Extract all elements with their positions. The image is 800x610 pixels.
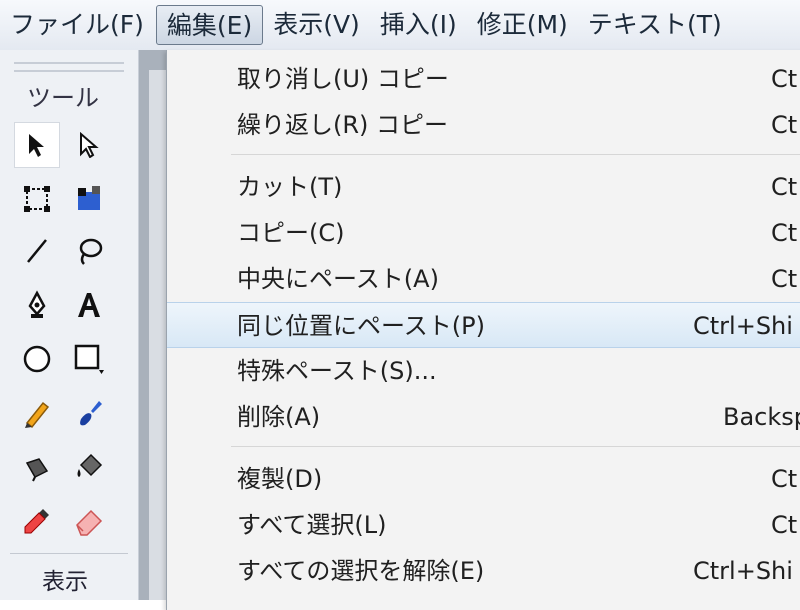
- menu-item-paste-special[interactable]: 特殊ペースト(S)...: [167, 348, 800, 394]
- panel-divider: [10, 553, 128, 554]
- menu-item-redo[interactable]: 繰り返し(R) コピー Ct: [167, 102, 800, 148]
- menu-separator: [231, 154, 800, 155]
- menu-item-label: 取り消し(U) コピー: [237, 65, 449, 93]
- brush-icon[interactable]: [66, 390, 112, 436]
- menu-item-undo[interactable]: 取り消し(U) コピー Ct: [167, 56, 800, 102]
- menu-item-copy[interactable]: コピー(C) Ct: [167, 210, 800, 256]
- pen-tool-icon[interactable]: [14, 282, 60, 328]
- pencil-icon[interactable]: [14, 390, 60, 436]
- rectangle-tool-icon[interactable]: [66, 336, 112, 382]
- menu-edit[interactable]: 編集(E): [155, 5, 264, 45]
- panel-grip[interactable]: [14, 62, 124, 72]
- document-edge: [149, 70, 166, 600]
- menu-item-shortcut: Ctrl+Shi: [693, 557, 793, 585]
- view-section-label: 表示: [42, 569, 88, 595]
- eraser-icon[interactable]: [66, 498, 112, 544]
- eyedropper-icon[interactable]: [14, 498, 60, 544]
- menu-item-shortcut: Backsp: [723, 403, 800, 431]
- menu-item-label: 繰り返し(R) コピー: [237, 111, 449, 139]
- menu-item-label: すべての選択を解除(E): [237, 557, 485, 585]
- oval-tool-icon[interactable]: [14, 336, 60, 382]
- menu-item-label: コピー(C): [237, 219, 345, 247]
- menu-view[interactable]: 表示(V): [263, 5, 370, 45]
- menu-item-label: カット(T): [237, 173, 343, 201]
- menu-item-shortcut: Ct: [771, 65, 798, 93]
- menu-item-shortcut: Ct: [771, 511, 798, 539]
- menu-item-cut[interactable]: カット(T) Ct: [167, 164, 800, 210]
- menu-item-label: 中央にペースト(A): [237, 265, 439, 293]
- menu-item-shortcut: Ct: [771, 265, 798, 293]
- menu-insert[interactable]: 挿入(I): [370, 5, 467, 45]
- menu-item-duplicate[interactable]: 複製(D) Ct: [167, 456, 800, 502]
- tools-panel: ツール 表示: [0, 50, 139, 600]
- menu-item-shortcut: Ct: [771, 465, 798, 493]
- menu-item-deselect-all[interactable]: すべての選択を解除(E) Ctrl+Shi: [167, 548, 800, 594]
- menu-item-shortcut: Ct: [771, 111, 798, 139]
- stage-area: [139, 50, 166, 600]
- menu-item-shortcut: Ct: [771, 173, 798, 201]
- subselection-arrow-icon[interactable]: [66, 122, 112, 168]
- menu-item-paste-in-place[interactable]: 同じ位置にペースト(P) Ctrl+Shi: [167, 302, 800, 348]
- menu-item-shortcut: Ctrl+Shi: [693, 312, 793, 340]
- menu-item-paste-center[interactable]: 中央にペースト(A) Ct: [167, 256, 800, 302]
- menu-item-label: 同じ位置にペースト(P): [237, 312, 485, 340]
- line-tool-icon[interactable]: [14, 228, 60, 274]
- menu-item-label: すべて選択(L): [237, 511, 387, 539]
- free-transform-icon[interactable]: [14, 176, 60, 222]
- menu-separator: [231, 446, 800, 447]
- menu-item-select-all[interactable]: すべて選択(L) Ct: [167, 502, 800, 548]
- paint-bucket-icon[interactable]: [66, 444, 112, 490]
- menu-item-label: 特殊ペースト(S)...: [237, 357, 437, 385]
- text-tool-icon[interactable]: [66, 282, 112, 328]
- menu-text[interactable]: テキスト(T): [578, 5, 732, 45]
- ink-bottle-icon[interactable]: [14, 444, 60, 490]
- menu-item-delete[interactable]: 削除(A) Backsp: [167, 394, 800, 440]
- menu-item-label: 複製(D): [237, 465, 323, 493]
- gradient-transform-icon[interactable]: [66, 176, 112, 222]
- selection-arrow-icon[interactable]: [14, 122, 60, 168]
- menu-bar: ファイル(F) 編集(E) 表示(V) 挿入(I) 修正(M) テキスト(T): [0, 0, 800, 51]
- tools-title: ツール: [27, 84, 99, 112]
- menu-modify[interactable]: 修正(M): [467, 5, 578, 45]
- menu-item-label: 削除(A): [237, 403, 321, 431]
- edit-dropdown-menu: 取り消し(U) コピー Ct 繰り返し(R) コピー Ct カット(T) Ct …: [166, 50, 800, 610]
- menu-item-shortcut: Ct: [771, 219, 798, 247]
- menu-file[interactable]: ファイル(F): [0, 5, 154, 45]
- lasso-icon[interactable]: [66, 228, 112, 274]
